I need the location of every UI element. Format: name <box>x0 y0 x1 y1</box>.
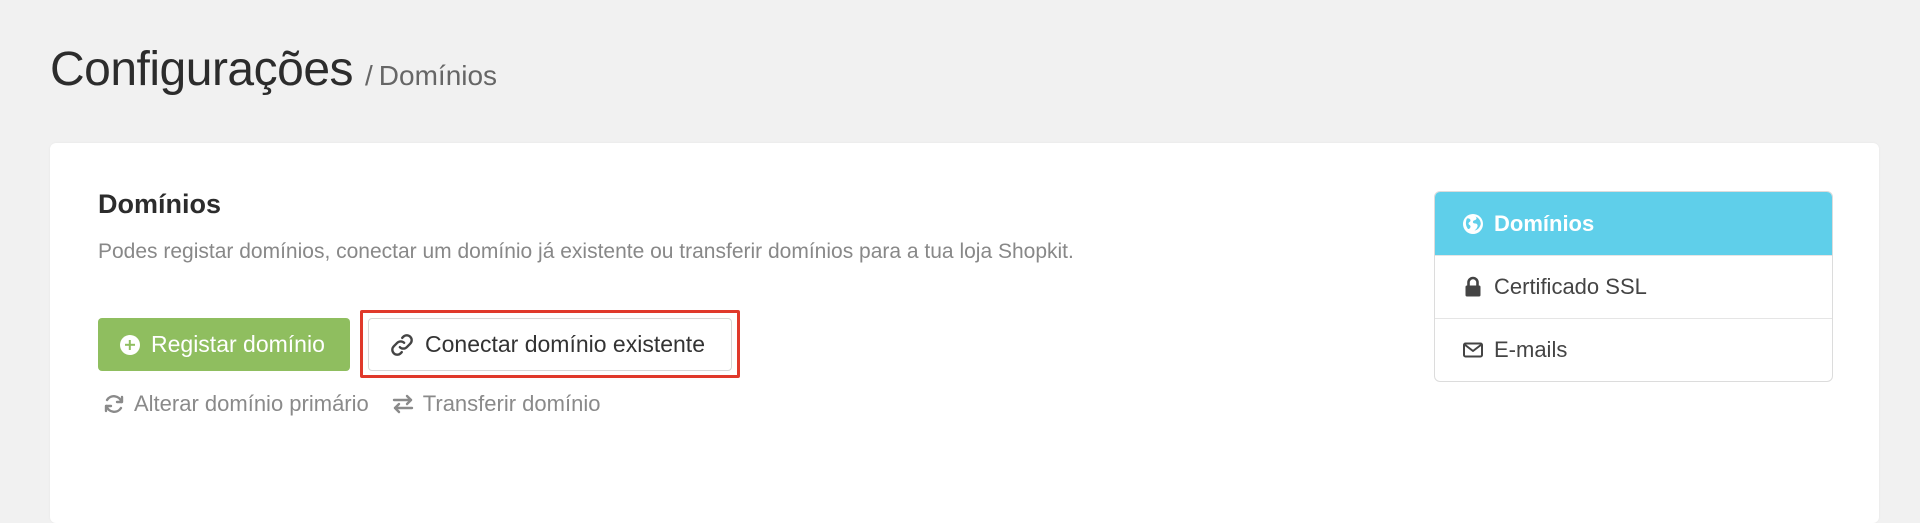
exchange-icon <box>392 394 413 414</box>
transfer-domain-label: Transferir domínio <box>422 391 601 416</box>
breadcrumb: Domínios <box>378 60 498 91</box>
side-menu-label-emails: E-mails <box>1494 337 1568 362</box>
transfer-domain-link[interactable]: Transferir domínio <box>391 391 601 417</box>
side-menu-label-ssl: Certificado SSL <box>1494 274 1647 299</box>
section-title: Domínios <box>98 189 222 219</box>
connect-domain-button[interactable]: Conectar domínio existente <box>368 318 732 371</box>
breadcrumb-separator: / <box>365 60 373 91</box>
side-menu-item-ssl[interactable]: Certificado SSL <box>1435 255 1832 318</box>
register-domain-button[interactable]: Registar domínio <box>98 318 350 371</box>
page-title: Configurações <box>50 43 354 96</box>
domains-card: Domínios Podes registar domínios, conect… <box>50 143 1879 523</box>
connect-domain-label: Conectar domínio existente <box>425 331 705 357</box>
plus-circle-icon <box>120 334 140 355</box>
link-icon <box>391 333 413 356</box>
settings-side-menu: Domínios Certificado SSL E-mails <box>1434 191 1833 382</box>
page-header: Configurações / Domínios <box>50 42 497 97</box>
side-menu-label-domains: Domínios <box>1494 210 1595 236</box>
secondary-actions: Alterar domínio primário Transferir domí… <box>102 391 600 417</box>
lock-icon <box>1465 276 1481 297</box>
refresh-icon <box>104 395 124 413</box>
side-menu-item-emails[interactable]: E-mails <box>1435 318 1832 381</box>
section-description: Podes registar domínios, conectar um dom… <box>98 240 1074 263</box>
side-menu-item-domains[interactable]: Domínios <box>1435 192 1832 255</box>
register-domain-label: Registar domínio <box>151 331 325 357</box>
envelope-icon <box>1463 342 1483 358</box>
change-primary-domain-link[interactable]: Alterar domínio primário <box>102 391 369 417</box>
globe-icon <box>1463 213 1483 234</box>
change-primary-domain-label: Alterar domínio primário <box>134 391 369 416</box>
